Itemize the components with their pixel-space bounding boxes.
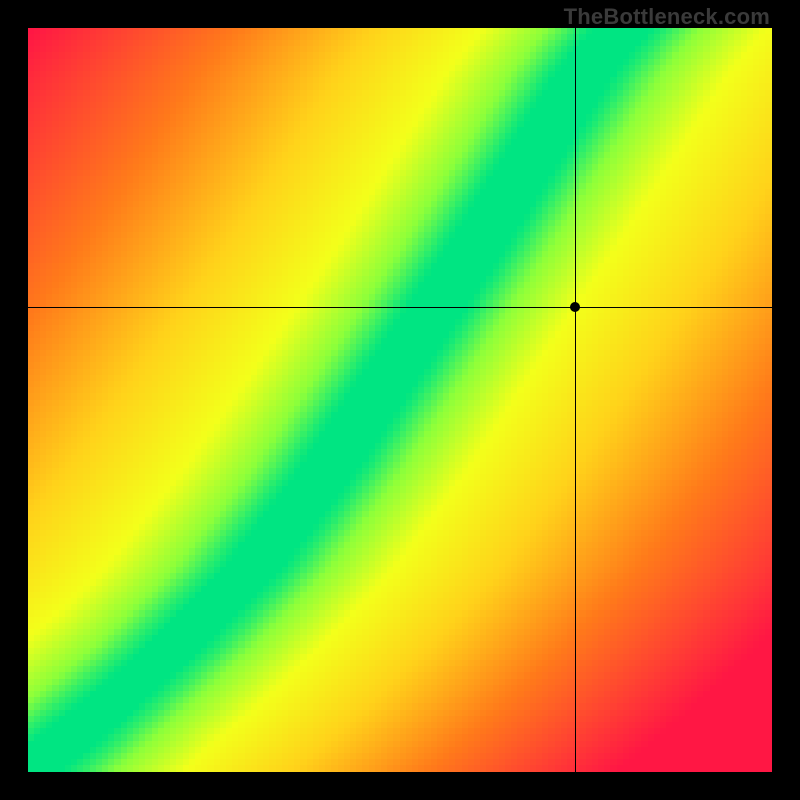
chart-frame: TheBottleneck.com [0,0,800,800]
crosshair-vertical [575,28,576,772]
watermark-text: TheBottleneck.com [564,4,770,30]
heatmap-canvas [28,28,772,772]
crosshair-horizontal [28,307,772,308]
current-point-marker [570,302,580,312]
plot-area [28,28,772,772]
